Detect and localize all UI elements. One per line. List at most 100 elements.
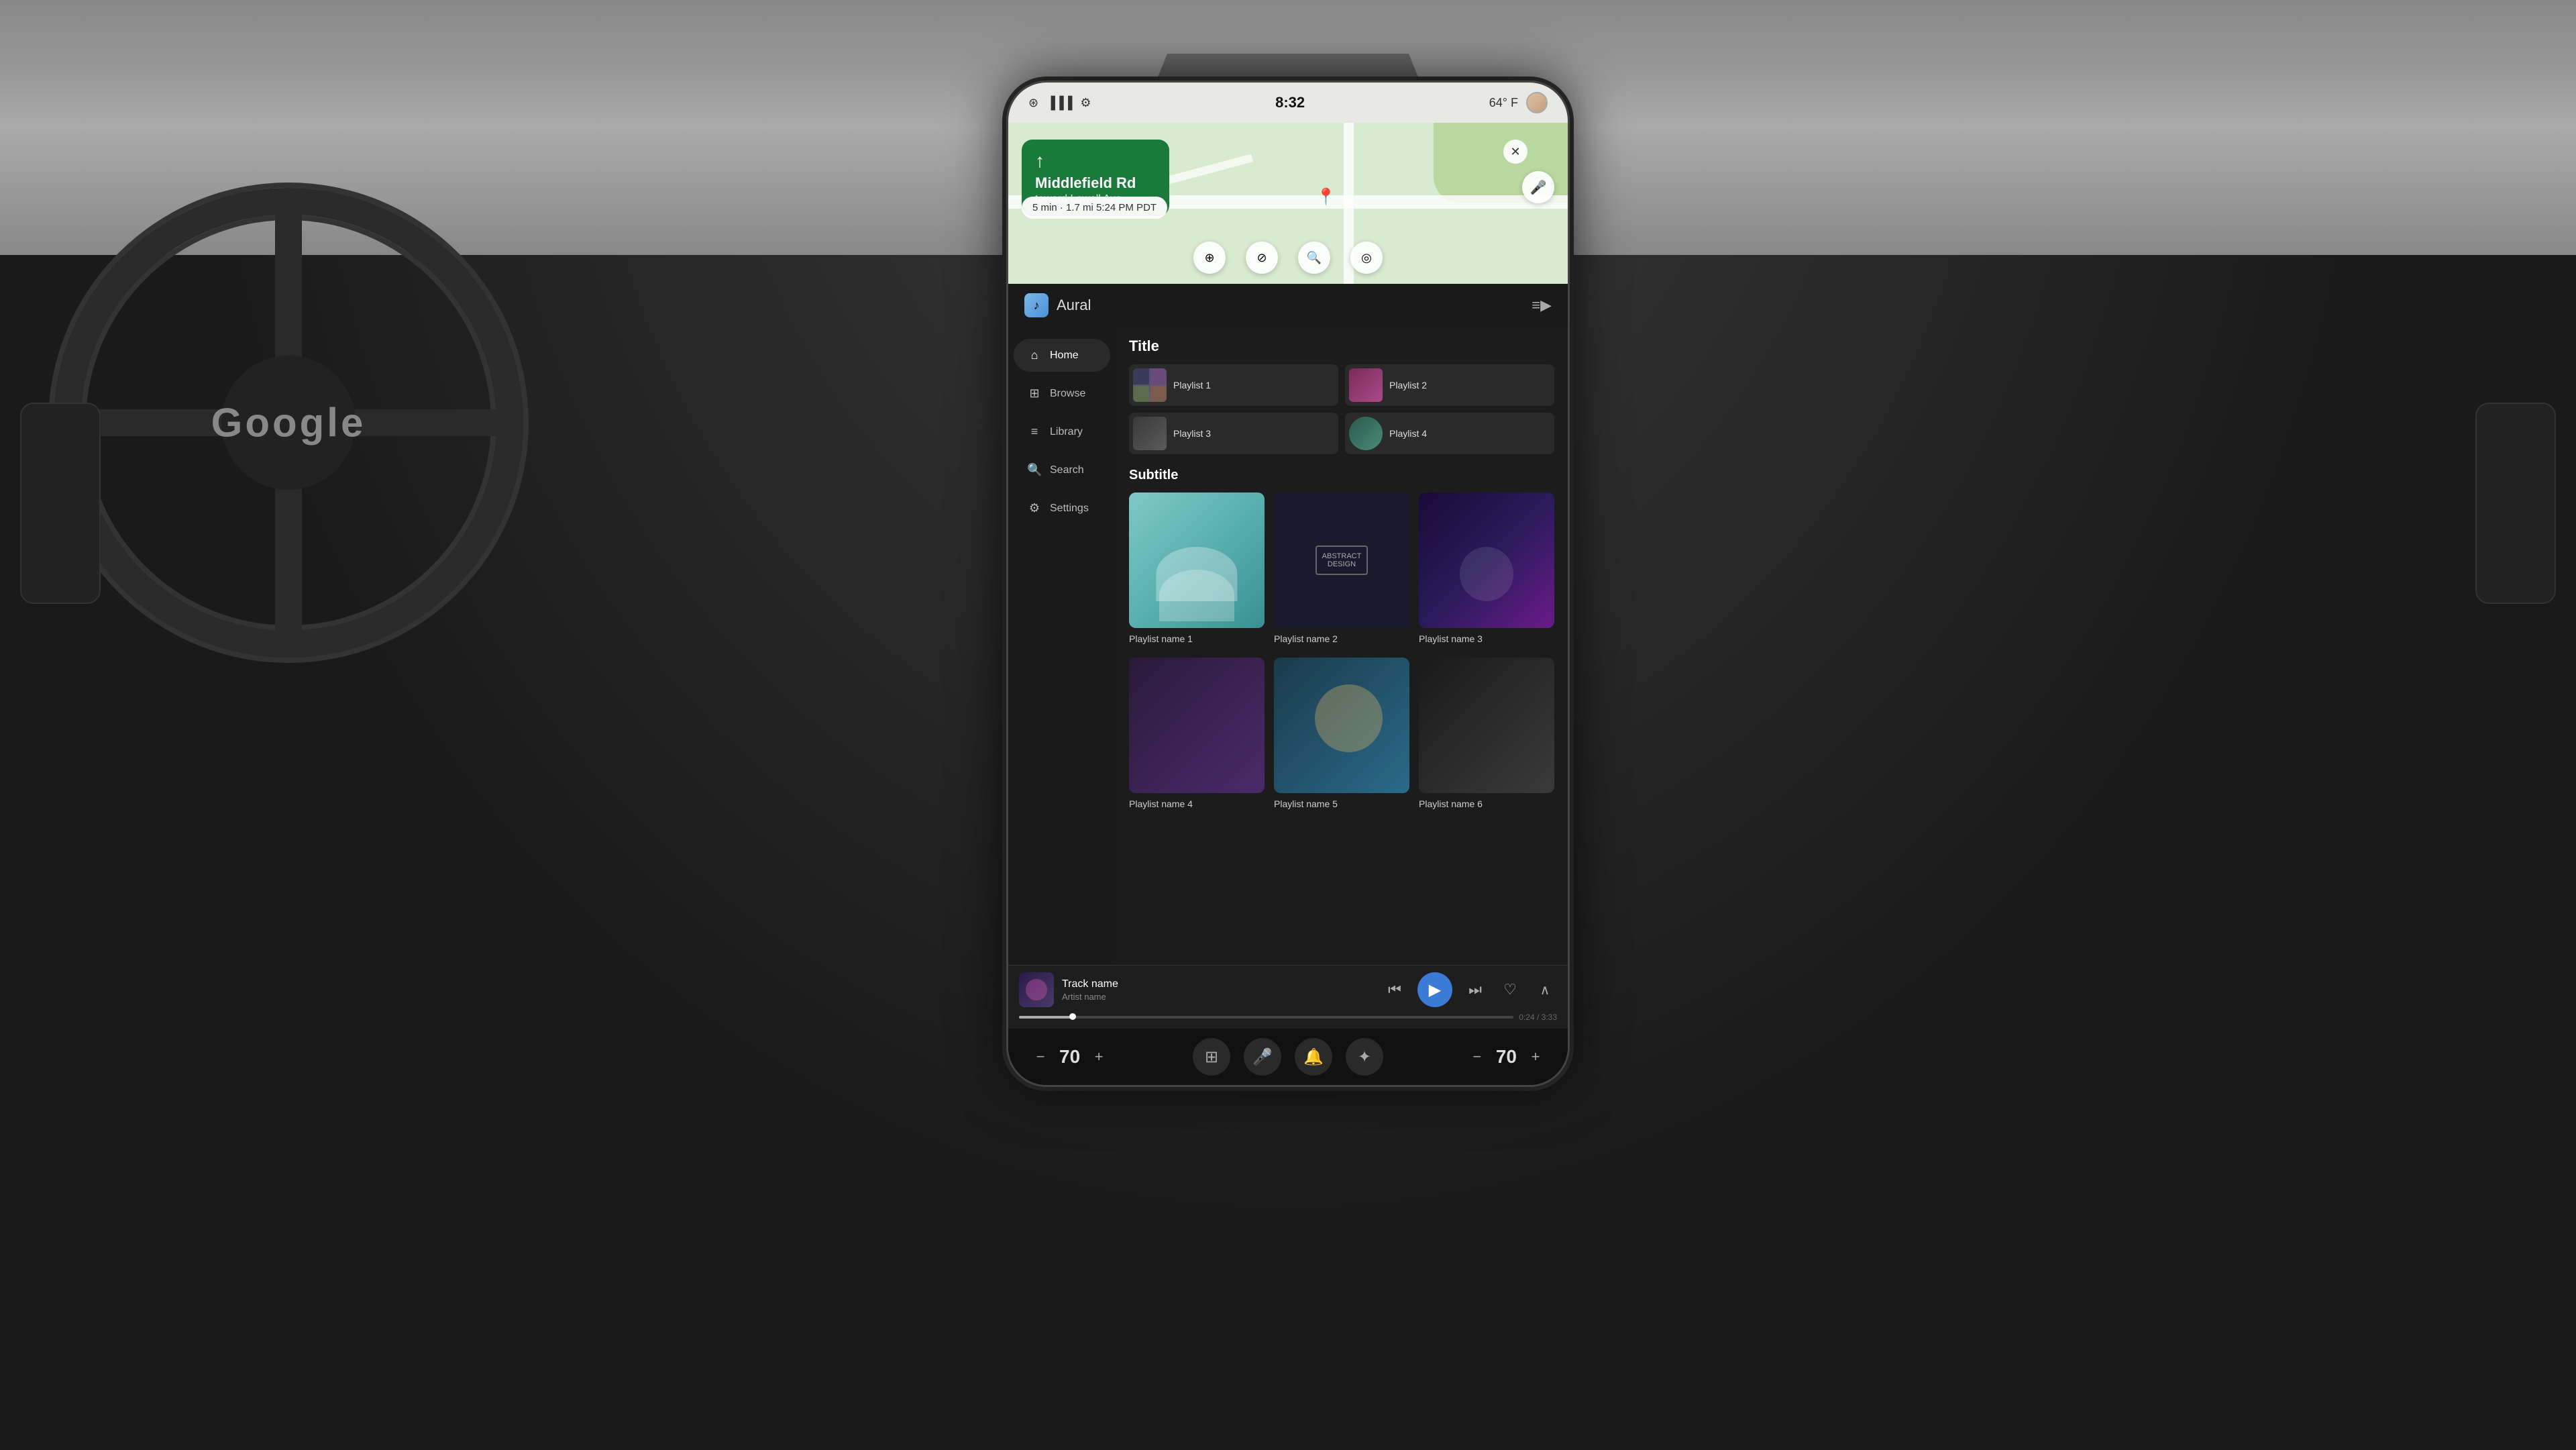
- settings-status-icon: ⚙: [1080, 96, 1091, 110]
- playlist-3-thumbnail: [1133, 417, 1167, 450]
- vol-right-minus[interactable]: −: [1465, 1045, 1489, 1069]
- grid-button[interactable]: ⊞: [1193, 1038, 1230, 1076]
- expand-button[interactable]: ∧: [1533, 978, 1557, 1002]
- playlist-tile-1[interactable]: Playlist 1: [1129, 364, 1338, 406]
- app-header: ♪ Aural ≡▶: [1008, 284, 1568, 327]
- sidebar-search-label: Search: [1050, 464, 1084, 476]
- steering-center: [221, 356, 356, 490]
- playlist-card-3-name: Playlist name 3: [1419, 633, 1554, 644]
- prev-button[interactable]: ⏮: [1383, 978, 1407, 1002]
- eta-time-of-day: 5:24 PM PDT: [1096, 202, 1157, 213]
- map-filter-button[interactable]: ⊘: [1246, 242, 1278, 274]
- sidebar-item-home[interactable]: ⌂ Home: [1014, 339, 1110, 372]
- bottom-controls: − 70 + ⊞ 🎤 🔔 ✦ − 70 +: [1008, 1029, 1568, 1085]
- playlist-card-3[interactable]: Playlist name 3: [1419, 493, 1554, 644]
- now-playing-bar: Track name Artist name ⏮ ▶ ⏭ ♡ ∧: [1008, 965, 1568, 1029]
- playlist-card-3-thumb: [1419, 493, 1554, 628]
- card-thumb-2-label: ABSTRACTDESIGN: [1316, 546, 1368, 575]
- next-button[interactable]: ⏭: [1463, 978, 1487, 1002]
- sw-spoke-horizontal: [80, 409, 496, 436]
- assistant-button[interactable]: ✦: [1346, 1038, 1383, 1076]
- pt1-art: [1133, 368, 1167, 402]
- playlist-card-5[interactable]: Playlist name 5: [1274, 658, 1409, 809]
- playlist-card-1-name: Playlist name 1: [1129, 633, 1265, 644]
- playlist-card-6-name: Playlist name 6: [1419, 798, 1554, 809]
- map-background: 📍 ↑ Middlefield Rd toward Lowell Ave ✕ 5…: [1008, 123, 1568, 284]
- temperature-display: 64° F: [1489, 96, 1518, 110]
- steering-wheel: [54, 188, 523, 658]
- nav-street-name: Middlefield Rd: [1035, 174, 1156, 192]
- content-area: ⌂ Home ⊞ Browse ≡ Library 🔍 Search: [1008, 327, 1568, 965]
- volume-left-control: − 70 +: [1028, 1045, 1111, 1069]
- settings-nav-icon: ⚙: [1027, 501, 1042, 515]
- sidebar-home-label: Home: [1050, 350, 1079, 362]
- signal-icon: ▐▐▐: [1046, 96, 1072, 110]
- playlist-tile-4[interactable]: Playlist 4: [1345, 413, 1554, 454]
- app-logo-area: ♪ Aural: [1024, 293, 1091, 317]
- notification-button[interactable]: 🔔: [1295, 1038, 1332, 1076]
- map-controls: ⊕ ⊘ 🔍 ◎: [1008, 242, 1568, 274]
- playlist-2-thumbnail: [1349, 368, 1383, 402]
- status-left: ⊛ ▐▐▐ ⚙: [1028, 96, 1091, 110]
- map-location-button[interactable]: ◎: [1350, 242, 1383, 274]
- playlist-1-thumbnail: [1133, 368, 1167, 402]
- playlist-card-1[interactable]: Playlist name 1: [1129, 493, 1265, 644]
- center-bottom-buttons: ⊞ 🎤 🔔 ✦: [1193, 1038, 1383, 1076]
- playlist-card-4-name: Playlist name 4: [1129, 798, 1265, 809]
- vol-left-minus[interactable]: −: [1028, 1045, 1053, 1069]
- playlist-grid-large-row2: Playlist name 4 Playlist name 5 Playlist…: [1129, 658, 1554, 809]
- playlist-card-1-thumb: [1129, 493, 1265, 628]
- status-right: 64° F: [1489, 92, 1548, 113]
- vol-right-value: 70: [1496, 1046, 1517, 1068]
- nav-arrow-icon: ↑: [1035, 150, 1156, 172]
- maps-section: 📍 ↑ Middlefield Rd toward Lowell Ave ✕ 5…: [1008, 123, 1568, 284]
- progress-time: 0:24 / 3:33: [1519, 1013, 1557, 1022]
- sidebar-item-settings[interactable]: ⚙ Settings: [1014, 492, 1110, 525]
- playlist-3-name: Playlist 3: [1173, 428, 1211, 439]
- eta-bar: 5 min · 1.7 mi 5:24 PM PDT: [1022, 197, 1167, 219]
- playlist-4-thumbnail: [1349, 417, 1383, 450]
- now-playing-thumbnail: [1019, 972, 1054, 1007]
- love-button[interactable]: ♡: [1498, 978, 1522, 1002]
- time-total: 3:33: [1542, 1013, 1557, 1022]
- eta-time: 5 min · 1.7 mi: [1032, 202, 1093, 213]
- nav-close-button[interactable]: ✕: [1503, 140, 1527, 164]
- home-icon: ⌂: [1027, 348, 1042, 362]
- main-content: Title Playlist 1: [1116, 327, 1568, 965]
- mic-button[interactable]: 🎤: [1522, 171, 1554, 203]
- vent-left: [20, 403, 101, 604]
- sw-spoke-vertical: [275, 215, 302, 631]
- section-subtitle: Subtitle: [1129, 468, 1554, 483]
- status-time: 8:32: [1275, 94, 1305, 111]
- play-button[interactable]: ▶: [1417, 972, 1452, 1007]
- playlist-card-6[interactable]: Playlist name 6: [1419, 658, 1554, 809]
- sidebar-settings-label: Settings: [1050, 503, 1089, 515]
- sidebar-item-browse[interactable]: ⊞ Browse: [1014, 377, 1110, 410]
- library-icon: ≡: [1027, 425, 1042, 439]
- now-playing-controls: ⏮ ▶ ⏭ ♡ ∧: [1383, 972, 1557, 1007]
- playlist-tile-3[interactable]: Playlist 3: [1129, 413, 1338, 454]
- vol-left-plus[interactable]: +: [1087, 1045, 1111, 1069]
- time-separator: /: [1537, 1013, 1542, 1022]
- playlist-card-4[interactable]: Playlist name 4: [1129, 658, 1265, 809]
- map-search-button[interactable]: 🔍: [1298, 242, 1330, 274]
- track-name: Track name: [1062, 978, 1375, 990]
- progress-bar[interactable]: [1019, 1016, 1513, 1019]
- user-avatar[interactable]: [1526, 92, 1548, 113]
- map-layers-button[interactable]: ⊕: [1193, 242, 1226, 274]
- app-logo-icon: ♪: [1024, 293, 1049, 317]
- mic-bottom-button[interactable]: 🎤: [1244, 1038, 1281, 1076]
- playlist-2-name: Playlist 2: [1389, 380, 1427, 391]
- sidebar-item-search[interactable]: 🔍 Search: [1014, 454, 1110, 486]
- app-name: Aural: [1057, 297, 1091, 314]
- playlist-card-2[interactable]: ABSTRACTDESIGN Playlist name 2: [1274, 493, 1409, 644]
- vol-right-plus[interactable]: +: [1523, 1045, 1548, 1069]
- sidebar-item-library[interactable]: ≡ Library: [1014, 415, 1110, 448]
- queue-button[interactable]: ≡▶: [1532, 297, 1552, 314]
- playlist-tile-2[interactable]: Playlist 2: [1345, 364, 1554, 406]
- device-frame: ⊛ ▐▐▐ ⚙ 8:32 64° F 📍 ↑ Middlefiel: [1006, 81, 1570, 1087]
- playlist-grid-small: Playlist 1 Playlist 2 Playlist 3: [1129, 364, 1554, 454]
- playlist-card-4-thumb: [1129, 658, 1265, 793]
- playlist-card-2-name: Playlist name 2: [1274, 633, 1409, 644]
- bluetooth-icon: ⊛: [1028, 96, 1038, 110]
